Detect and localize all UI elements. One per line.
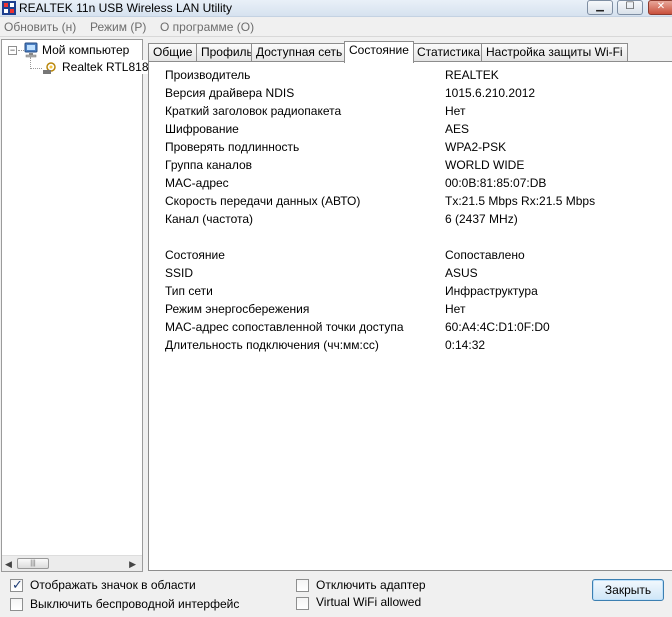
status-row: Канал (частота) 6 (2437 MHz) — [165, 212, 665, 230]
status-label: Состояние — [165, 248, 225, 262]
realtek-app-icon — [2, 1, 16, 15]
menu-bar: Обновить (н) Режим (Р) О программе (О) — [0, 18, 672, 37]
status-row: Тип сети Инфраструктура — [165, 284, 665, 302]
status-label: Шифрование — [165, 122, 239, 136]
status-label: Группа каналов — [165, 158, 253, 172]
status-label: MAC-адрес сопоставленной точки доступа — [165, 320, 404, 334]
status-row: Версия драйвера NDIS 1015.6.210.2012 — [165, 86, 665, 104]
disable-wireless-label: Выключить беспроводной интерфейс — [30, 597, 240, 611]
scroll-thumb[interactable]: ||| — [17, 558, 49, 569]
menu-about[interactable]: О программе (О) — [160, 20, 254, 35]
show-tray-icon-checkbox[interactable] — [10, 577, 23, 593]
status-value: WPA2-PSK — [445, 140, 507, 154]
scroll-right-arrow-icon[interactable]: ▶ — [129, 559, 136, 570]
status-panel: Производитель REALTEK Версия драйвера ND… — [148, 61, 672, 571]
status-label: Длительность подключения (чч:мм:сс) — [165, 338, 379, 352]
status-value: 6 (2437 MHz) — [445, 212, 518, 226]
status-row: Производитель REALTEK — [165, 68, 665, 86]
status-row: Краткий заголовок радиопакета Нет — [165, 104, 665, 122]
close-window-button[interactable]: ✕ — [648, 0, 672, 15]
status-value: WORLD WIDE — [445, 158, 525, 172]
scroll-left-arrow-icon[interactable]: ◀ — [5, 559, 12, 570]
tab-profile[interactable]: Профиль — [196, 43, 258, 62]
disable-adapter-checkbox[interactable] — [296, 579, 309, 592]
status-value: 1015.6.210.2012 — [445, 86, 536, 100]
status-row: Шифрование AES — [165, 122, 665, 140]
disable-wireless-checkbox[interactable] — [10, 598, 23, 611]
show-tray-icon-label: Отображать значок в области — [30, 578, 196, 592]
window-title: REALTEK 11n USB Wireless LAN Utility — [19, 1, 232, 15]
virtual-wifi-label: Virtual WiFi allowed — [316, 595, 422, 609]
status-label: Проверять подлинность — [165, 140, 300, 154]
status-value: 0:14:32 — [445, 338, 486, 352]
tree-horizontal-scrollbar[interactable]: ◀ ||| ▶ — [2, 555, 142, 571]
status-row: Скорость передачи данных (АВТО) Tx:21.5 … — [165, 194, 665, 212]
status-label: Краткий заголовок радиопакета — [165, 104, 342, 118]
status-row: MAC-адрес сопоставленной точки доступа 6… — [165, 320, 665, 338]
tab-statistics[interactable]: Статистика — [412, 43, 486, 62]
virtual-wifi-checkbox[interactable] — [296, 597, 309, 610]
tab-status[interactable]: Состояние — [344, 41, 414, 63]
status-value: Инфраструктура — [445, 284, 538, 298]
status-label: MAC-адрес — [165, 176, 229, 190]
status-label: Канал (частота) — [165, 212, 254, 226]
tree-collapse-toggle[interactable]: − — [8, 46, 17, 55]
close-button[interactable]: Закрыть — [592, 579, 664, 601]
status-row: Режим энергосбережения Нет — [165, 302, 665, 320]
computer-icon — [24, 42, 38, 58]
tab-wps-settings[interactable]: Настройка защиты Wi-Fi — [481, 43, 628, 62]
tab-general[interactable]: Общие — [148, 43, 198, 62]
status-row: Проверять подлинность WPA2-PSK — [165, 140, 665, 158]
status-value: Нет — [445, 302, 466, 316]
minimize-button[interactable]: ▁ — [587, 0, 613, 15]
tree-item-realtek-adapter[interactable]: Realtek RTL8188 — [62, 60, 156, 74]
tab-available-network[interactable]: Доступная сеть — [251, 43, 348, 62]
tree-item-my-computer[interactable]: Мой компьютер — [42, 43, 129, 57]
status-label: Скорость передачи данных (АВТО) — [165, 194, 361, 208]
status-value: AES — [445, 122, 470, 136]
status-label: SSID — [165, 266, 194, 280]
status-value: Tx:21.5 Mbps Rx:21.5 Mbps — [445, 194, 596, 208]
status-row: MAC-адрес 00:0B:81:85:07:DB — [165, 176, 665, 194]
status-value: 00:0B:81:85:07:DB — [445, 176, 547, 190]
tree-connector — [30, 68, 42, 69]
status-label: Режим энергосбережения — [165, 302, 310, 316]
status-row: Группа каналов WORLD WIDE — [165, 158, 665, 176]
status-value: 60:A4:4C:D1:0F:D0 — [445, 320, 550, 334]
wireless-adapter-icon — [43, 62, 56, 74]
status-value: Нет — [445, 104, 466, 118]
menu-refresh[interactable]: Обновить (н) — [4, 20, 76, 35]
device-tree[interactable]: − Мой компьютер Realtek RTL8188 ◀ ||| ▶ — [1, 39, 156, 572]
maximize-button[interactable]: ☐ — [617, 0, 643, 15]
status-row: SSID ASUS — [165, 266, 665, 284]
status-row: Состояние Сопоставлено — [165, 248, 665, 266]
menu-mode[interactable]: Режим (Р) — [90, 20, 146, 35]
title-bar: REALTEK 11n USB Wireless LAN Utility ▁ ☐… — [0, 0, 672, 17]
status-value: ASUS — [445, 266, 478, 280]
status-value: REALTEK — [445, 68, 499, 82]
tab-strip: Общие Профиль Доступная сеть Состояние С… — [148, 41, 672, 63]
disable-adapter-label: Отключить адаптер — [316, 578, 426, 592]
status-row: Длительность подключения (чч:мм:сс) 0:14… — [165, 338, 665, 356]
status-label: Версия драйвера NDIS — [165, 86, 295, 100]
status-value: Сопоставлено — [445, 248, 525, 262]
status-label: Производитель — [165, 68, 251, 82]
status-label: Тип сети — [165, 284, 213, 298]
